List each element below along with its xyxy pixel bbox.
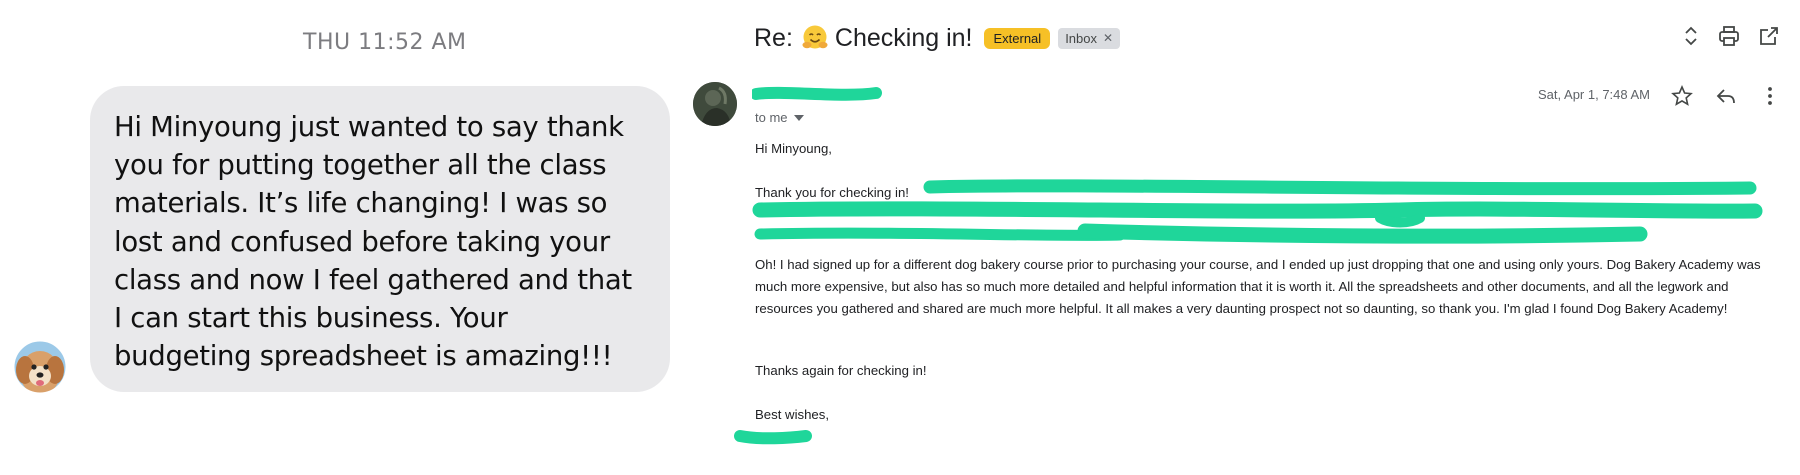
email-sign-off: Best wishes, [755,407,830,422]
redaction-stroke [923,179,1757,196]
star-icon[interactable] [1670,84,1694,108]
message-bubble[interactable]: Hi Minyoung just wanted to say thank you… [90,86,670,392]
message-timestamp: THU 11:52 AM [303,30,467,55]
redaction-stroke [752,201,1763,219]
redaction-stroke [1077,223,1648,244]
email-subject-row: Re: Checking in! External Inbox ✕ [754,18,1121,58]
sender-avatar[interactable] [693,82,737,126]
email-subject: Re: Checking in! [754,24,972,53]
email-thanks-line: Thank you for checking in! [755,185,909,200]
recipient-details[interactable]: to me [755,110,804,125]
recipient-text: to me [755,110,788,125]
sender-name-redacted [752,86,882,101]
print-icon[interactable] [1717,24,1741,48]
more-vert-icon[interactable] [1758,84,1782,108]
redaction-stroke [734,430,812,445]
hug-emoji-icon [802,25,828,49]
inbox-label[interactable]: Inbox ✕ [1058,27,1121,49]
email-greeting: Hi Minyoung, [755,141,832,156]
redaction-stroke [1375,213,1425,228]
inbox-label-text: Inbox [1065,30,1097,46]
message-text: Hi Minyoung just wanted to say thank you… [114,111,632,373]
expand-collapse-icon[interactable] [1679,24,1703,48]
email-date: Sat, Apr 1, 7:48 AM [1538,87,1651,102]
contact-avatar[interactable] [13,340,67,394]
close-icon[interactable]: ✕ [1103,31,1113,45]
external-label: External [984,27,1051,49]
email-paragraph: Oh! I had signed up for a different dog … [755,257,1761,316]
reply-icon[interactable] [1714,84,1738,108]
open-in-new-window-icon[interactable] [1757,24,1781,48]
dropdown-caret-icon[interactable] [793,114,804,121]
redaction-stroke [754,227,1126,241]
subject-text: Checking in! [834,23,973,52]
email-thanks-again: Thanks again for checking in! [755,363,927,378]
subject-prefix: Re: [754,23,793,52]
